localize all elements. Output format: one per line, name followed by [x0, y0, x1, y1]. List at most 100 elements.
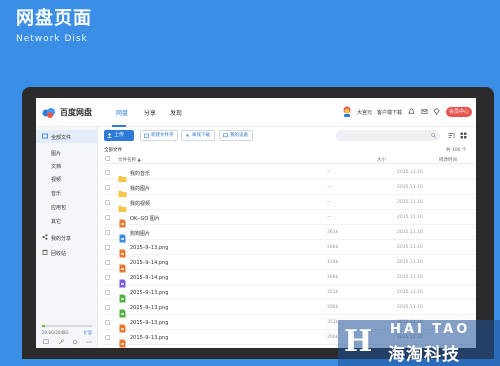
download-icon	[185, 133, 190, 137]
nav-tab-share[interactable]: 分享	[144, 108, 156, 117]
bell-icon[interactable]	[408, 108, 415, 115]
file-icon	[118, 258, 127, 273]
file-name[interactable]: 2015–9–13.png	[130, 290, 168, 296]
file-date: 2015.11.10	[397, 215, 423, 220]
sidebar-item-label: 回收站	[51, 251, 67, 257]
monitor-icon[interactable]	[43, 339, 49, 345]
file-size: 266k	[327, 275, 339, 280]
file-name[interactable]: 2015–9–14.png	[130, 275, 168, 281]
file-size: 361k	[327, 230, 339, 235]
file-name[interactable]: 2015–9–13.png	[130, 305, 168, 311]
mail-icon[interactable]	[421, 108, 428, 115]
sidebar-item-docs[interactable]: 文档	[51, 163, 61, 170]
file-icon	[118, 213, 127, 228]
row-checkbox[interactable]	[105, 260, 110, 265]
sidebar-item-label: 全部文件	[51, 135, 72, 141]
column-header-size[interactable]: 大小	[377, 157, 386, 163]
row-checkbox[interactable]	[105, 245, 110, 250]
file-name[interactable]: 我的视频	[130, 200, 150, 207]
watermark-chinese: 海淘科技	[388, 345, 460, 365]
sidebar-item-my-share[interactable]: 我的分享	[36, 232, 98, 244]
sidebar-item-all-files[interactable]: 全部文件	[36, 130, 98, 143]
row-checkbox[interactable]	[105, 275, 110, 280]
row-checkbox[interactable]	[105, 185, 110, 190]
diamond-icon[interactable]	[433, 108, 440, 115]
select-all-checkbox[interactable]	[105, 156, 110, 161]
table-row[interactable]: 我的图片 — 2015.11.10	[102, 180, 476, 197]
nav-tab-discover[interactable]: 发现	[170, 108, 182, 117]
file-date: 2015.11.10	[397, 170, 423, 175]
device-icon	[223, 133, 228, 138]
more-icon[interactable]	[86, 339, 92, 345]
file-date: 2015.11.10	[397, 305, 423, 310]
breadcrumb[interactable]: 全部文件	[104, 147, 122, 153]
search-icon[interactable]	[431, 133, 436, 138]
nav-tab-disk[interactable]: 网盘	[116, 108, 128, 117]
sidebar-item-images[interactable]: 图片	[51, 150, 61, 157]
column-header-name-label: 文件名称	[118, 158, 136, 163]
active-tab-indicator	[112, 125, 126, 127]
my-devices-button[interactable]: 我的设备	[219, 130, 253, 141]
table-header: 文件名称 ▲ 大小 修改时间	[102, 154, 476, 164]
row-checkbox[interactable]	[105, 305, 110, 310]
upgrade-button[interactable]: 会员中心	[446, 107, 472, 117]
row-checkbox[interactable]	[105, 170, 110, 175]
upload-button[interactable]: 上传	[104, 130, 134, 141]
file-size: —	[327, 185, 332, 190]
file-name[interactable]: 2015–9–13.png	[130, 245, 168, 251]
quota-fill	[42, 325, 45, 327]
sidebar-item-apps[interactable]: 应用包	[51, 204, 66, 211]
row-checkbox[interactable]	[105, 335, 110, 340]
column-header-name[interactable]: 文件名称 ▲	[118, 157, 141, 163]
file-name[interactable]: OK--GO 图片	[130, 215, 160, 222]
file-size: 353k	[327, 320, 339, 325]
row-checkbox[interactable]	[105, 290, 110, 295]
sort-icon[interactable]	[448, 132, 455, 139]
file-name[interactable]: 2015–9–14.png	[130, 260, 168, 266]
file-name[interactable]: 我的图片	[130, 185, 150, 192]
row-checkbox[interactable]	[105, 230, 110, 235]
table-row[interactable]: 2015–9–13.png 353k 2015.11.10	[102, 285, 476, 303]
watermark-english: HAI TAO	[390, 322, 471, 337]
table-row[interactable]: OK--GO 图片 — 2015.11.10	[102, 210, 476, 228]
row-checkbox[interactable]	[105, 215, 110, 220]
avatar[interactable]	[342, 106, 352, 117]
gear-icon[interactable]	[72, 339, 78, 345]
file-date: 2015.11.10	[397, 290, 423, 295]
row-checkbox[interactable]	[105, 200, 110, 205]
grid-view-icon[interactable]	[460, 132, 467, 139]
file-date: 2015.11.10	[397, 230, 423, 235]
table-row[interactable]: 狗狗图片 361k 2015.11.10	[102, 225, 476, 243]
folder-icon	[118, 168, 127, 182]
client-download-link[interactable]: 客户端下载	[377, 109, 402, 116]
table-row[interactable]: 我的视频 — 2015.11.10	[102, 195, 476, 212]
column-header-date[interactable]: 修改时间	[439, 157, 457, 163]
sidebar-item-music[interactable]: 音乐	[51, 190, 61, 197]
offline-download-button[interactable]: 离线下载	[181, 130, 215, 141]
sidebar-item-recycle-bin[interactable]: 回收站	[36, 247, 98, 259]
table-row[interactable]: 2015–9–14.png 266k 2015.11.10	[102, 270, 476, 288]
file-size: —	[327, 170, 332, 175]
file-icon	[118, 288, 127, 303]
folder-icon	[118, 198, 127, 212]
file-name[interactable]: 2015–9–13.png	[130, 320, 168, 326]
sidebar-item-videos[interactable]: 视频	[51, 176, 61, 183]
username[interactable]: 大宫元	[357, 109, 372, 116]
watermark: H HAI TAO 海淘科技	[338, 320, 500, 366]
table-row[interactable]: 我的音乐 — 2015.11.10	[102, 165, 476, 182]
tool-icon[interactable]	[58, 339, 64, 345]
table-row[interactable]: 2015–9–14.png 134k 2015.11.10	[102, 255, 476, 273]
row-checkbox[interactable]	[105, 320, 110, 325]
table-row[interactable]: 2015–9–13.png 266k 2015.11.10	[102, 240, 476, 258]
new-folder-button[interactable]: 新建文件夹	[140, 130, 178, 141]
file-name[interactable]: 狗狗图片	[130, 230, 150, 237]
search-input[interactable]	[336, 130, 440, 141]
file-name[interactable]: 我的音乐	[130, 170, 150, 177]
sidebar-item-other[interactable]: 其它	[51, 218, 61, 225]
folder-icon	[42, 133, 48, 139]
file-name[interactable]: 2015–9–13.png	[130, 335, 168, 341]
file-size: 266k	[327, 245, 339, 250]
expand-storage-link[interactable]: 扩容	[84, 330, 92, 336]
new-folder-label: 新建文件夹	[151, 133, 174, 138]
table-row[interactable]: 2015–9–13.png 266k 2015.11.10	[102, 300, 476, 318]
